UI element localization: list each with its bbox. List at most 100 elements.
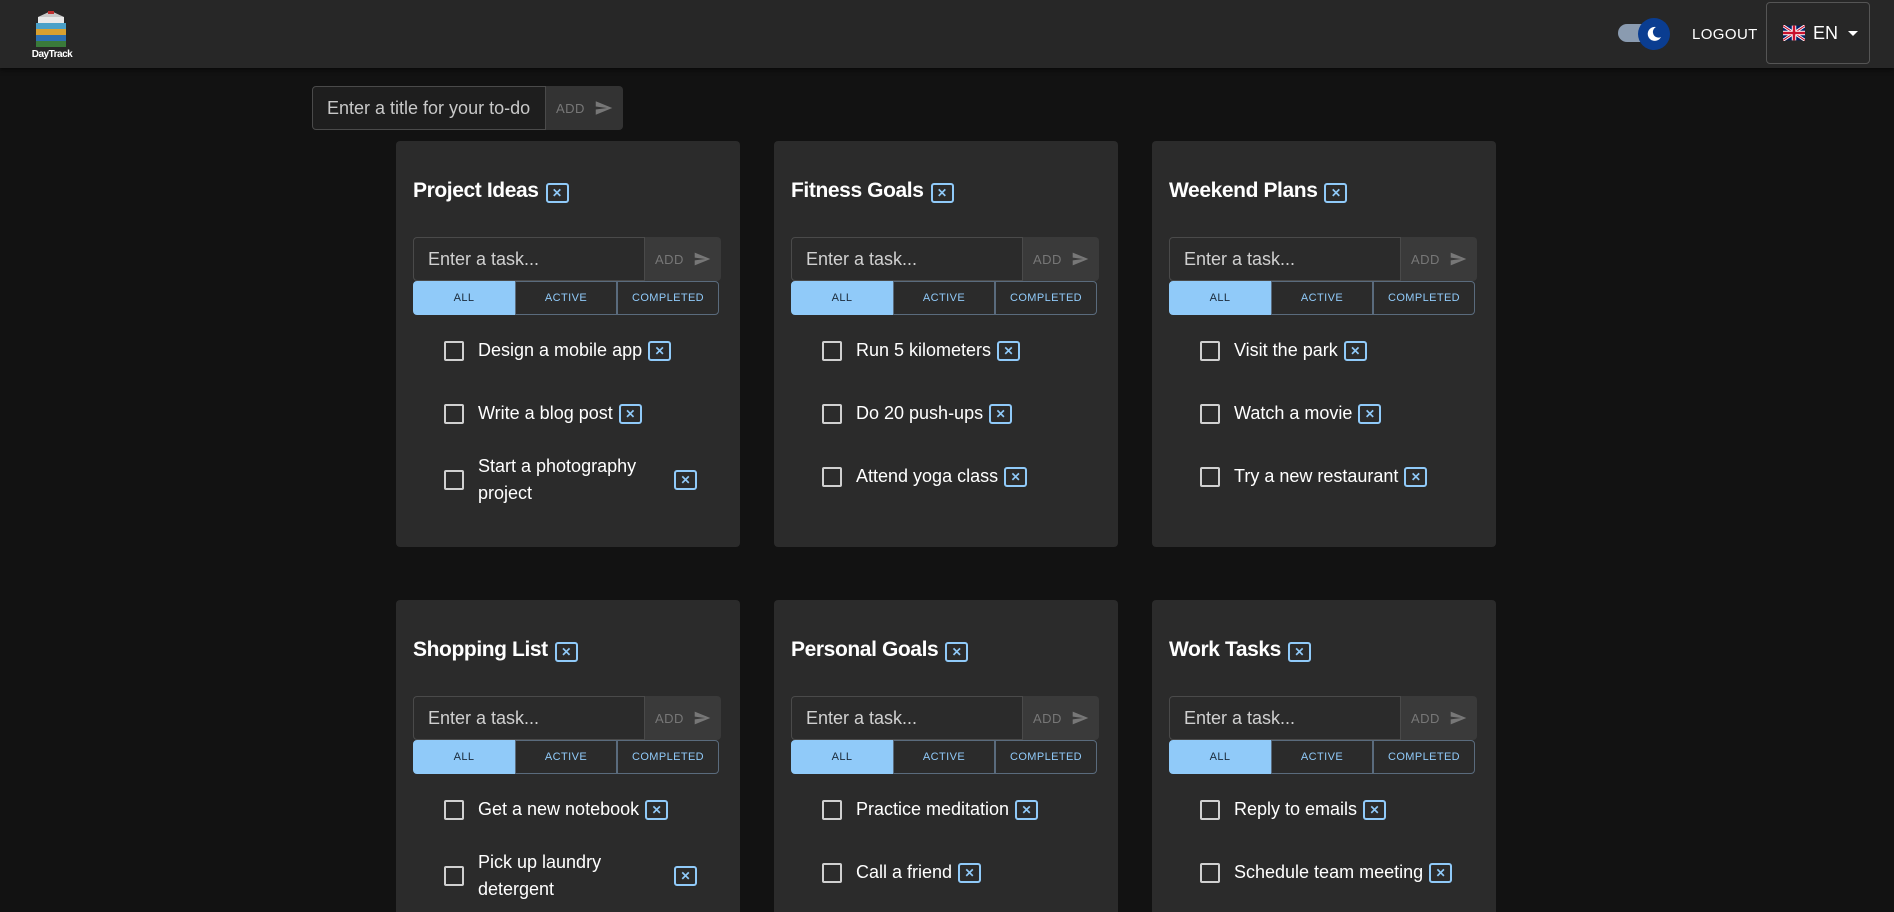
filter-completed[interactable]: COMPLETED	[995, 281, 1097, 315]
task-checkbox[interactable]	[822, 403, 842, 424]
delete-list-button[interactable]: ✕	[1324, 183, 1348, 203]
task-checkbox[interactable]	[444, 340, 464, 361]
task-filter-group: ALL ACTIVE COMPLETED	[1169, 281, 1475, 315]
task-text: Do 20 push-ups	[856, 403, 984, 423]
task-text: Get a new notebook	[478, 799, 640, 819]
daytrack-logo[interactable]: DayTrack	[24, 9, 80, 63]
filter-completed[interactable]: COMPLETED	[617, 740, 719, 774]
delete-task-button[interactable]: ✕	[1004, 466, 1028, 487]
delete-task-button[interactable]: ✕	[648, 340, 672, 361]
filter-active[interactable]: ACTIVE	[1271, 740, 1373, 774]
task-checkbox[interactable]	[822, 466, 842, 487]
task-text: Pick up laundry detergent	[478, 852, 602, 899]
filter-completed[interactable]: COMPLETED	[617, 281, 719, 315]
task-input[interactable]	[413, 696, 645, 740]
add-task-button[interactable]: ADD	[645, 237, 721, 281]
delete-list-button[interactable]: ✕	[945, 642, 969, 662]
filter-all[interactable]: ALL	[791, 740, 893, 774]
task-checkbox[interactable]	[1200, 799, 1220, 820]
task-checkbox[interactable]	[822, 862, 842, 883]
filter-completed[interactable]: COMPLETED	[995, 740, 1097, 774]
task-item: Practice meditation ✕	[822, 786, 1112, 833]
logout-button[interactable]: LOGOUT	[1686, 18, 1764, 50]
task-checkbox[interactable]	[444, 866, 464, 886]
task-checkbox[interactable]	[1200, 340, 1220, 361]
task-input[interactable]	[1169, 237, 1401, 281]
task-checkbox[interactable]	[822, 799, 842, 820]
send-icon	[694, 252, 711, 266]
task-checkbox[interactable]	[1200, 862, 1220, 883]
task-checkbox[interactable]	[1200, 403, 1220, 424]
task-item: Write a blog post ✕	[444, 390, 734, 437]
task-checkbox[interactable]	[444, 403, 464, 424]
task-text: Visit the park	[1234, 340, 1338, 360]
filter-all[interactable]: ALL	[1169, 740, 1271, 774]
filter-all[interactable]: ALL	[791, 281, 893, 315]
delete-task-button[interactable]: ✕	[989, 403, 1013, 424]
filter-all[interactable]: ALL	[413, 740, 515, 774]
new-list-title-input[interactable]	[312, 86, 546, 130]
delete-list-button[interactable]: ✕	[1287, 642, 1311, 662]
task-text: Design a mobile app	[478, 340, 643, 360]
delete-task-button[interactable]: ✕	[674, 470, 697, 490]
delete-task-button[interactable]: ✕	[958, 862, 982, 883]
delete-task-button[interactable]: ✕	[1343, 340, 1367, 361]
task-input[interactable]	[791, 696, 1023, 740]
language-select[interactable]: EN	[1766, 2, 1870, 64]
task-input[interactable]	[791, 237, 1023, 281]
language-label: EN	[1813, 22, 1839, 43]
delete-task-button[interactable]: ✕	[674, 866, 697, 886]
filter-active[interactable]: ACTIVE	[515, 740, 617, 774]
task-text: Practice meditation	[856, 799, 1010, 819]
filter-completed[interactable]: COMPLETED	[1373, 740, 1475, 774]
task-item: Try a new restaurant ✕	[1200, 453, 1490, 500]
task-checkbox[interactable]	[444, 799, 464, 820]
add-task-button[interactable]: ADD	[645, 696, 721, 740]
task-checkbox[interactable]	[1200, 466, 1220, 487]
delete-task-button[interactable]: ✕	[1358, 403, 1382, 424]
task-item: Reply to emails ✕	[1200, 786, 1490, 833]
task-filter-group: ALL ACTIVE COMPLETED	[791, 281, 1097, 315]
add-list-button[interactable]: ADD	[546, 86, 623, 130]
delete-task-button[interactable]: ✕	[1404, 466, 1428, 487]
delete-task-button[interactable]: ✕	[1015, 799, 1039, 820]
add-task-button[interactable]: ADD	[1401, 237, 1477, 281]
list-title: Fitness Goals	[791, 179, 924, 202]
add-task-button[interactable]: ADD	[1401, 696, 1477, 740]
task-add-form: ADD	[1169, 237, 1477, 281]
filter-all[interactable]: ALL	[413, 281, 515, 315]
dark-mode-toggle[interactable]	[1616, 18, 1672, 50]
add-task-button[interactable]: ADD	[1023, 696, 1099, 740]
filter-active[interactable]: ACTIVE	[893, 740, 995, 774]
task-text: Write a blog post	[478, 403, 613, 423]
filter-all[interactable]: ALL	[1169, 281, 1271, 315]
caret-down-icon	[1848, 30, 1859, 36]
task-text: Reply to emails	[1234, 799, 1358, 819]
add-task-button[interactable]: ADD	[1023, 237, 1099, 281]
filter-active[interactable]: ACTIVE	[893, 281, 995, 315]
task-input[interactable]	[1169, 696, 1401, 740]
filter-active[interactable]: ACTIVE	[515, 281, 617, 315]
delete-task-button[interactable]: ✕	[1429, 862, 1453, 883]
filter-active[interactable]: ACTIVE	[1271, 281, 1373, 315]
task-text: Schedule team meeting	[1234, 862, 1424, 882]
delete-list-button[interactable]: ✕	[930, 183, 954, 203]
logo-text: DayTrack	[31, 49, 73, 60]
todo-list-card: Fitness Goals ✕ ADD ALL ACTIVE COMPLETED…	[774, 141, 1118, 547]
uk-flag-icon	[1783, 25, 1805, 41]
task-filter-group: ALL ACTIVE COMPLETED	[413, 281, 719, 315]
delete-task-button[interactable]: ✕	[645, 799, 669, 820]
task-checkbox[interactable]	[444, 470, 464, 490]
delete-task-button[interactable]: ✕	[997, 340, 1021, 361]
delete-task-button[interactable]: ✕	[1363, 799, 1387, 820]
task-input[interactable]	[413, 237, 645, 281]
task-item: Schedule team meeting ✕	[1200, 849, 1490, 896]
delete-task-button[interactable]: ✕	[618, 403, 642, 424]
task-checkbox[interactable]	[822, 340, 842, 361]
delete-list-button[interactable]: ✕	[545, 183, 569, 203]
task-item: Pick up laundry detergent ✕	[444, 849, 734, 903]
task-list: Visit the park ✕ Watch a movie ✕ Try a new r…	[1200, 327, 1490, 516]
delete-list-button[interactable]: ✕	[554, 642, 578, 662]
filter-completed[interactable]: COMPLETED	[1373, 281, 1475, 315]
list-title: Shopping List	[413, 638, 548, 661]
